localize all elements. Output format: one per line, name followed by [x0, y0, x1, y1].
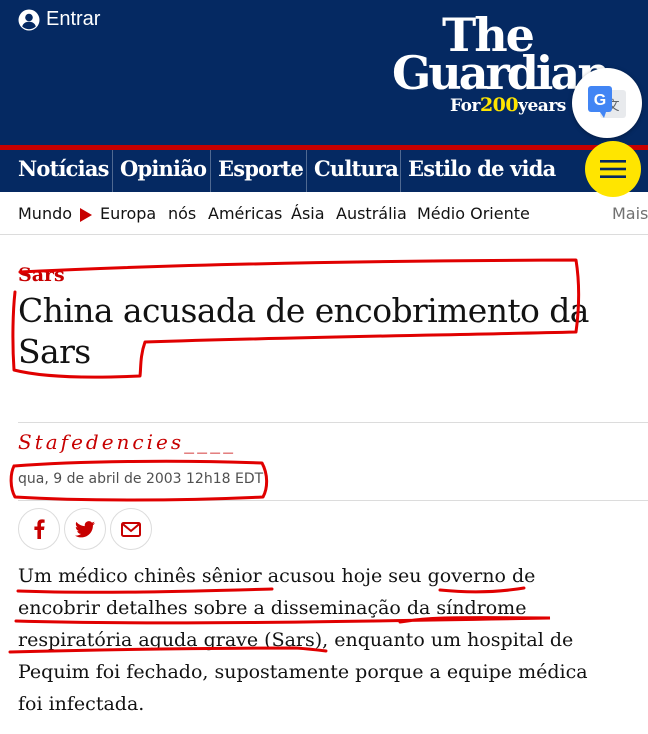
- logo-for: For: [450, 96, 480, 116]
- subnav-item-australia[interactable]: Austrália: [336, 204, 407, 223]
- article-dateline: qua, 9 de abril de 2003 12h18 EDT: [18, 471, 264, 487]
- logo-anniversary: For200years: [450, 94, 566, 116]
- share-email-button[interactable]: [110, 508, 152, 550]
- menu-button[interactable]: [585, 141, 641, 197]
- pillar-divider: [210, 150, 211, 192]
- article-standfirst: Um médico chinês sênior acusou hoje seu …: [18, 565, 588, 715]
- pillar-divider: [400, 150, 401, 192]
- subnav-item-asia[interactable]: Ásia: [291, 204, 325, 223]
- subnav-item-world[interactable]: Mundo: [18, 204, 72, 223]
- pillar-lifestyle[interactable]: Estilo de vida: [408, 150, 556, 192]
- section-subnav: Mundo Europa nós Américas Ásia Austrália…: [0, 192, 648, 235]
- subnav-item-europe[interactable]: Europa: [100, 204, 156, 223]
- article-headline: China acusada de encobrimento da Sars: [18, 291, 589, 371]
- play-arrow-icon: [80, 208, 92, 222]
- logo-number: 200: [479, 94, 519, 116]
- share-facebook-button[interactable]: [18, 508, 60, 550]
- logo-years: years: [518, 96, 566, 116]
- meta-divider: [18, 500, 648, 501]
- email-icon: [121, 521, 141, 537]
- sign-in-label: Entrar: [46, 8, 101, 30]
- pillar-divider: [306, 150, 307, 192]
- subnav-more[interactable]: Mais: [612, 204, 648, 223]
- subnav-item-middle-east[interactable]: Médio Oriente: [417, 204, 530, 223]
- article-byline[interactable]: Stafedencies____: [18, 430, 236, 454]
- pillar-news[interactable]: Notícias: [18, 150, 109, 192]
- google-translate-icon: 文 G: [588, 86, 626, 118]
- byline-divider: [18, 422, 648, 423]
- pillar-divider: [112, 150, 113, 192]
- pillar-sport[interactable]: Esporte: [218, 150, 304, 192]
- masthead: Entrar The Guardian For200years 文 G: [0, 0, 648, 145]
- svg-text:G: G: [594, 92, 606, 109]
- hamburger-icon: [600, 160, 626, 178]
- sign-in-link[interactable]: Entrar: [18, 8, 100, 31]
- user-icon: [18, 9, 40, 30]
- subnav-item-americas[interactable]: Américas: [208, 204, 282, 223]
- pillar-opinion[interactable]: Opinião: [120, 150, 207, 192]
- facebook-icon: [34, 519, 45, 539]
- twitter-icon: [75, 520, 95, 537]
- translate-button[interactable]: 文 G: [572, 68, 642, 138]
- pillar-culture[interactable]: Cultura: [314, 150, 399, 192]
- share-twitter-button[interactable]: [64, 508, 106, 550]
- article-kicker[interactable]: Sars: [18, 264, 65, 286]
- pillar-nav: Notícias Opinião Esporte Cultura Estilo …: [0, 150, 648, 192]
- subnav-item-us[interactable]: nós: [168, 204, 196, 223]
